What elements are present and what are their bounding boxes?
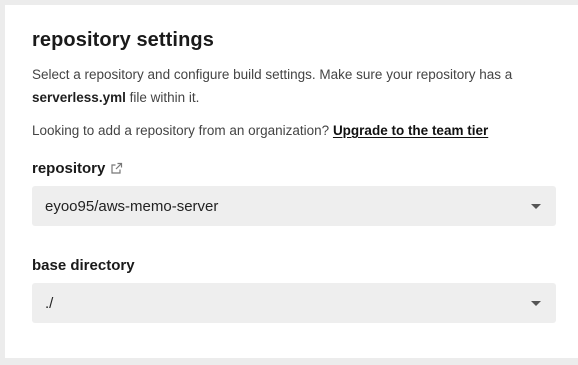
repository-select[interactable]: eyoo95/aws-memo-server [32,186,556,226]
base-directory-selected-value: ./ [45,294,54,312]
repository-label-text: repository [32,160,106,177]
base-directory-label: base directory [32,257,135,274]
repository-settings-card: repository settings Select a repository … [5,5,578,358]
base-directory-label-text: base directory [32,257,135,274]
repository-label: repository [32,160,123,177]
repository-selected-value: eyoo95/aws-memo-server [45,197,219,215]
description-filename: serverless.yml [32,90,126,105]
description-suffix: file within it. [125,90,200,105]
page-title: repository settings [32,29,214,51]
upgrade-team-tier-link[interactable]: Upgrade to the team tier [333,123,488,138]
chevron-down-icon [531,203,541,209]
base-directory-select[interactable]: ./ [32,283,556,323]
organization-note-text: Looking to add a repository from an orga… [32,123,333,138]
organization-note: Looking to add a repository from an orga… [32,119,488,142]
external-link-icon[interactable] [110,162,123,175]
settings-description: Select a repository and configure build … [32,63,562,109]
chevron-down-icon [531,300,541,306]
description-prefix: Select a repository and configure build … [32,67,513,82]
